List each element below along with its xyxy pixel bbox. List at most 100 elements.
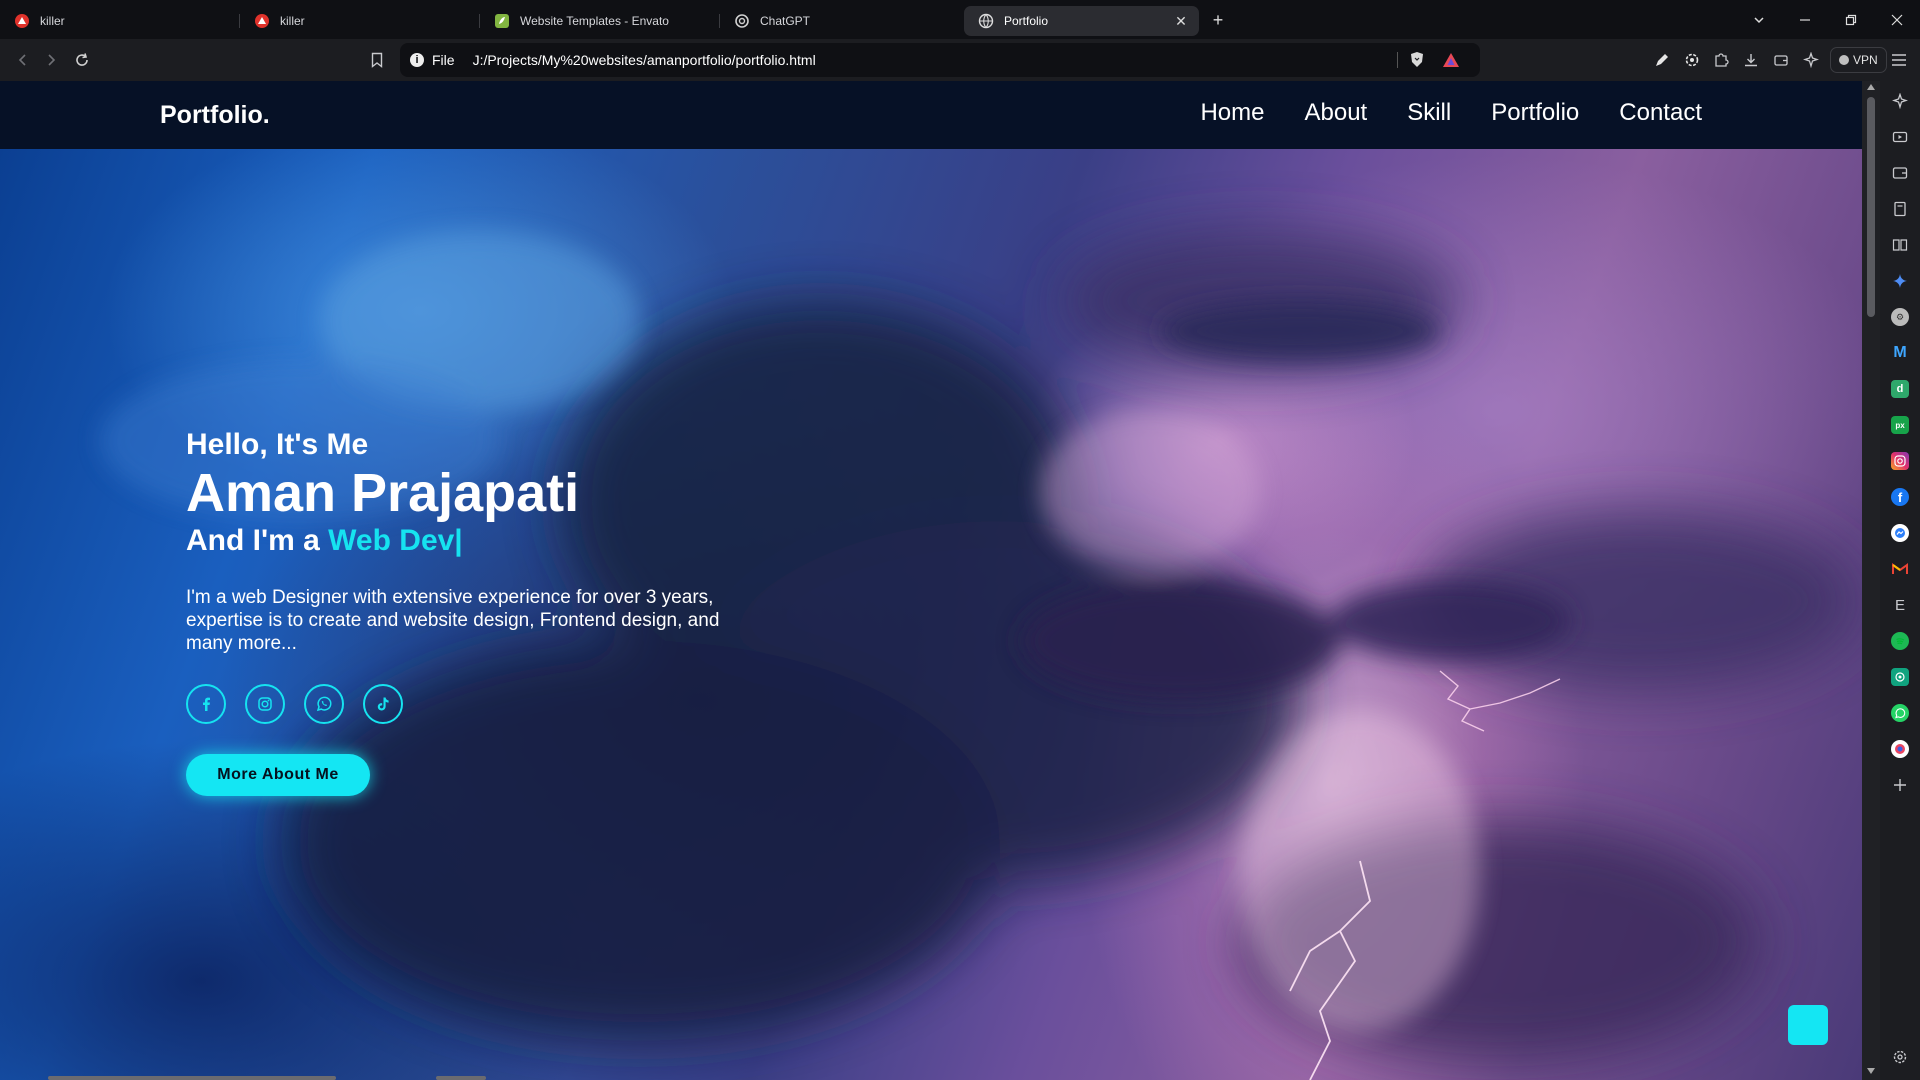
facebook-icon: f	[1897, 489, 1903, 505]
arrow-right-icon	[48, 54, 56, 66]
pen-icon	[1656, 54, 1668, 66]
vpn-button[interactable]: VPN	[1830, 47, 1887, 73]
main-menu-button[interactable]	[1888, 49, 1910, 71]
scroll-up-arrow-icon[interactable]	[1867, 84, 1875, 90]
sidebar-envato-button[interactable]: E	[1891, 596, 1909, 614]
e-letter-icon: E	[1894, 596, 1905, 614]
downloads-button[interactable]	[1740, 49, 1762, 71]
tab-list-button[interactable]	[1736, 0, 1782, 39]
sidebar-add-button[interactable]	[1891, 776, 1909, 794]
whatsapp-icon	[1895, 708, 1906, 719]
hero-role: And I'm a Web Dev|	[186, 524, 766, 558]
sidebar-reading-list-button[interactable]	[1891, 236, 1909, 254]
more-about-me-button[interactable]: More About Me	[186, 754, 370, 796]
leo-ai-button[interactable]	[1800, 49, 1822, 71]
sidebar-facebook-button[interactable]: f	[1891, 488, 1909, 506]
hero-greeting: Hello, It's Me	[186, 428, 369, 461]
sidebar-wallet-button[interactable]	[1891, 164, 1909, 182]
nav-menu: Home About Skill Portfolio Contact	[1160, 99, 1702, 127]
restore-icon	[1845, 14, 1857, 25]
sidebar-whatsapp-button[interactable]	[1891, 704, 1909, 722]
reload-icon	[76, 53, 88, 66]
address-bar[interactable]: i File J:/Projects/My%20websites/amanpor…	[400, 43, 1480, 77]
scrollbar-thumb[interactable]	[1867, 97, 1875, 317]
close-tab-button[interactable]: ✕	[1173, 13, 1189, 29]
tab-killer-2[interactable]: killer	[240, 6, 480, 36]
facebook-link[interactable]	[186, 684, 226, 724]
plus-icon	[1894, 779, 1906, 791]
tab-chatgpt[interactable]: ChatGPT	[720, 6, 960, 36]
sidebar-chatgpt-button[interactable]	[1891, 668, 1909, 686]
brave-shields-button[interactable]	[1406, 49, 1428, 71]
app-icon: ⚙	[1895, 311, 1905, 322]
nav-link-about[interactable]: About	[1305, 99, 1368, 127]
window-controls	[1736, 0, 1920, 39]
arrow-left-icon	[18, 54, 26, 66]
site-navbar: Portfolio. Home About Skill Portfolio Co…	[0, 81, 1862, 149]
sidebar-multicolor-app-button[interactable]	[1891, 740, 1909, 758]
close-window-button[interactable]	[1874, 0, 1920, 39]
tab-killer-1[interactable]: killer	[0, 6, 240, 36]
nav-link-contact[interactable]: Contact	[1619, 99, 1702, 127]
tab-strip: killer killer Website Templates - Envato…	[0, 0, 1920, 39]
scroll-to-top-button[interactable]	[1788, 1005, 1828, 1045]
sparkle-star-icon	[1803, 52, 1819, 68]
reload-button[interactable]	[71, 49, 93, 71]
tab-portfolio[interactable]: Portfolio ✕	[964, 5, 1199, 36]
restore-button[interactable]	[1828, 0, 1874, 39]
download-icon	[1745, 54, 1757, 67]
sidebar-instagram-button[interactable]	[1891, 452, 1909, 470]
minimize-button[interactable]	[1782, 0, 1828, 39]
extensions-button[interactable]	[1710, 49, 1732, 71]
site-logo[interactable]: Portfolio.	[160, 101, 270, 130]
bookmark-icon	[371, 52, 383, 68]
brave-shield-icon	[15, 13, 29, 28]
gmail-icon	[1892, 563, 1908, 574]
new-tab-button[interactable]: +	[1203, 5, 1233, 35]
tab-title: killer	[280, 13, 305, 28]
d-square-icon: d	[1896, 383, 1904, 395]
whatsapp-link[interactable]	[304, 684, 344, 724]
sidebar-settings-button[interactable]	[1891, 1048, 1909, 1066]
wallet-icon	[1774, 55, 1788, 66]
sidebar-gmail-button[interactable]	[1891, 560, 1909, 578]
bookmark-button[interactable]	[366, 49, 388, 71]
back-button[interactable]	[12, 49, 34, 71]
sidebar-playlist-button[interactable]	[1891, 128, 1909, 146]
tab-title: killer	[40, 13, 65, 28]
px-icon: px	[1895, 420, 1905, 430]
sidebar-dapp-button[interactable]: d	[1891, 380, 1909, 398]
sidebar-bookmarks-button[interactable]	[1891, 200, 1909, 218]
scroll-down-arrow-icon[interactable]	[1867, 1068, 1875, 1074]
extension-gear-button[interactable]	[1681, 49, 1703, 71]
page-viewport: Portfolio. Home About Skill Portfolio Co…	[0, 81, 1862, 1080]
sidebar-app-button[interactable]: ⚙	[1891, 308, 1909, 326]
sidebar-messenger-button[interactable]	[1891, 524, 1909, 542]
m-logo-icon: M	[1893, 344, 1907, 361]
hero-name: Aman Prajapati	[186, 463, 580, 523]
forward-button[interactable]	[40, 49, 62, 71]
nav-link-home[interactable]: Home	[1200, 99, 1264, 127]
wallet-button[interactable]	[1770, 49, 1792, 71]
pen-extension-button[interactable]	[1651, 49, 1673, 71]
sidebar-spotify-button[interactable]	[1891, 632, 1909, 650]
tiktok-link[interactable]	[363, 684, 403, 724]
instagram-link[interactable]	[245, 684, 285, 724]
sidebar-gemini-button[interactable]	[1891, 272, 1909, 290]
nav-link-portfolio[interactable]: Portfolio	[1491, 99, 1579, 127]
instagram-icon	[1894, 455, 1906, 467]
hero-role-prefix: And I'm a	[186, 524, 329, 557]
gear-icon	[1893, 1050, 1907, 1064]
vertical-scrollbar[interactable]	[1862, 81, 1880, 1080]
tab-envato[interactable]: Website Templates - Envato	[480, 6, 720, 36]
envato-icon	[495, 13, 509, 28]
sidebar-px-button[interactable]: px	[1891, 416, 1909, 434]
sidebar-leo-button[interactable]	[1891, 92, 1909, 110]
brave-rewards-button[interactable]	[1440, 49, 1462, 71]
info-icon[interactable]: i	[410, 53, 424, 67]
nav-link-skill[interactable]: Skill	[1407, 99, 1451, 127]
rewards-triangle-icon	[1443, 53, 1459, 67]
sidebar-malwarebytes-button[interactable]: M	[1891, 344, 1909, 362]
social-links	[186, 684, 766, 724]
url-text[interactable]: J:/Projects/My%20websites/amanportfolio/…	[473, 52, 816, 68]
